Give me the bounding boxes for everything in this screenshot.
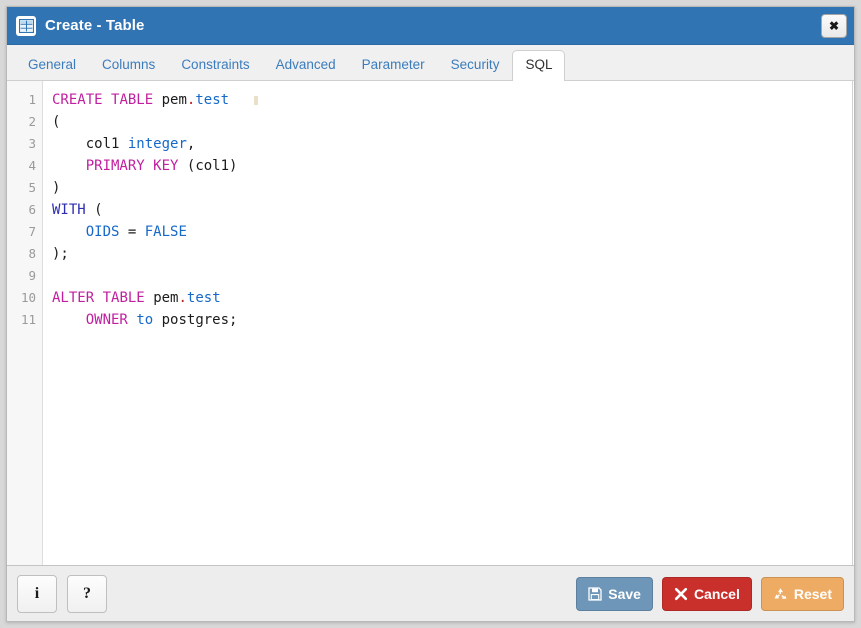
tab-columns[interactable]: Columns [89,50,168,81]
line-number: 4 [7,155,42,177]
text-caret [254,96,258,105]
line-number: 7 [7,221,42,243]
code-line: ) [52,177,852,199]
code-line: ALTER TABLE pem.test [52,287,852,309]
line-number: 5 [7,177,42,199]
save-label: Save [608,586,641,602]
tab-general[interactable]: General [15,50,89,81]
code-line [52,265,852,287]
code-line: PRIMARY KEY (col1) [52,155,852,177]
line-number-gutter: 1 2 3 4 5 6 7 8 9 10 11 [7,81,43,565]
tab-advanced[interactable]: Advanced [263,50,349,81]
close-x-icon [674,587,688,601]
create-table-dialog: Create - Table ✖ General Columns Constra… [6,6,855,622]
code-line: WITH ( [52,199,852,221]
tab-sql[interactable]: SQL [512,50,565,81]
help-button[interactable]: ? [67,575,107,613]
dialog-titlebar: Create - Table ✖ [7,7,854,45]
code-line: OWNER to postgres; [52,309,852,331]
line-number: 1 [7,89,42,111]
reset-button[interactable]: Reset [761,577,844,611]
table-icon [16,16,36,36]
dialog-title: Create - Table [45,17,145,34]
tab-security[interactable]: Security [438,50,513,81]
save-button[interactable]: Save [576,577,653,611]
code-line: OIDS = FALSE [52,221,852,243]
close-glyph: ✖ [829,20,839,32]
tab-constraints[interactable]: Constraints [168,50,262,81]
sql-code-body[interactable]: CREATE TABLE pem.test ( col1 integer, PR… [43,81,852,565]
info-button[interactable]: i [17,575,57,613]
code-line: ( [52,111,852,133]
floppy-disk-icon [588,587,602,601]
code-line: ); [52,243,852,265]
tab-parameter[interactable]: Parameter [349,50,438,81]
line-number: 11 [7,309,42,331]
line-number: 10 [7,287,42,309]
line-number: 8 [7,243,42,265]
reset-label: Reset [794,586,832,602]
line-number: 2 [7,111,42,133]
sql-editor[interactable]: 1 2 3 4 5 6 7 8 9 10 11 CREATE TABLE pem… [7,81,853,565]
line-number: 3 [7,133,42,155]
recycle-icon [773,587,788,601]
tab-bar: General Columns Constraints Advanced Par… [7,45,854,81]
code-line: col1 integer, [52,133,852,155]
close-icon[interactable]: ✖ [821,14,847,38]
cancel-label: Cancel [694,586,740,602]
line-number: 6 [7,199,42,221]
dialog-footer: i ? Save Cancel [7,565,854,621]
cancel-button[interactable]: Cancel [662,577,752,611]
code-line: CREATE TABLE pem.test [52,89,852,111]
line-number: 9 [7,265,42,287]
